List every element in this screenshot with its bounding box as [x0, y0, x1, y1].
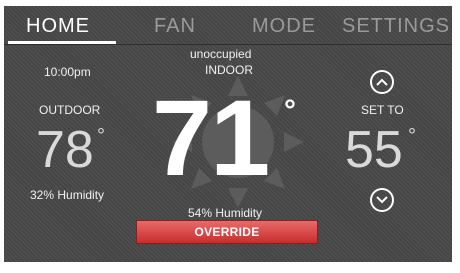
thermostat-screen: HOME FAN MODE SETTINGS 10:00pm unoccupie…	[4, 6, 452, 262]
indoor-humidity: 54% Humidity	[188, 206, 263, 220]
setpoint-label: SET TO	[361, 103, 404, 117]
indoor-degree: °	[284, 94, 296, 127]
indoor-label: INDOOR	[205, 63, 253, 77]
outdoor-temperature: 78	[36, 121, 94, 179]
chevron-down-icon[interactable]	[370, 188, 394, 212]
outdoor-degree: °	[97, 125, 105, 147]
tab-home[interactable]: HOME	[26, 15, 90, 38]
setpoint-degree: °	[408, 125, 416, 147]
chevron-up-icon[interactable]	[370, 70, 394, 94]
outdoor-label: OUTDOOR	[39, 103, 101, 117]
override-button[interactable]: OVERRIDE	[136, 220, 318, 244]
occupancy-status: unoccupied	[190, 47, 252, 61]
setpoint-temperature: 55	[345, 121, 403, 179]
tab-mode[interactable]: MODE	[252, 15, 316, 38]
indoor-temperature: 71	[152, 77, 270, 198]
tab-divider	[4, 44, 452, 45]
clock-time: 10:00pm	[44, 65, 91, 79]
outdoor-humidity: 32% Humidity	[30, 188, 105, 202]
tab-fan[interactable]: FAN	[154, 15, 196, 38]
tab-settings[interactable]: SETTINGS	[342, 15, 450, 38]
tab-bar: HOME FAN MODE SETTINGS	[4, 6, 452, 45]
